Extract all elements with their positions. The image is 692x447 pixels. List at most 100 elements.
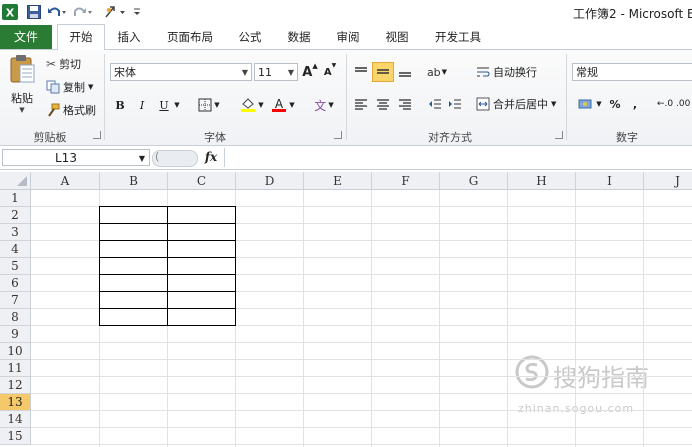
row-header-3[interactable]: 3 [0, 224, 31, 241]
bordered-cell[interactable] [99, 240, 168, 258]
column-header-h[interactable]: H [508, 172, 576, 190]
row-header-8[interactable]: 8 [0, 309, 31, 326]
column-header-a[interactable]: A [31, 172, 100, 190]
increase-indent-button[interactable] [446, 94, 464, 114]
bordered-cell[interactable] [167, 274, 236, 292]
merge-center-button[interactable]: 合并后居中 ▼ [476, 94, 556, 114]
column-header-j[interactable]: J [644, 172, 692, 190]
bordered-cell[interactable] [99, 291, 168, 309]
row-header-1[interactable]: 1 [0, 190, 31, 207]
column-header-d[interactable]: D [236, 172, 304, 190]
shrink-font-button[interactable]: A ▼ [322, 62, 338, 82]
align-top-button[interactable] [352, 62, 370, 82]
borders-button[interactable]: ▼ [196, 95, 222, 115]
tab-page-layout[interactable]: 页面布局 [160, 25, 220, 49]
copy-button[interactable]: 复制 ▼ [46, 78, 93, 96]
bordered-cell[interactable] [167, 257, 236, 275]
column-header-g[interactable]: G [440, 172, 508, 190]
column-header-e[interactable]: E [304, 172, 372, 190]
wrap-text-button[interactable]: 自动换行 [476, 62, 537, 82]
bordered-cell[interactable] [167, 291, 236, 309]
orientation-button[interactable]: ab ▼ [424, 62, 450, 82]
clipboard-launcher-icon[interactable] [93, 131, 101, 139]
tab-review[interactable]: 审阅 [329, 25, 367, 49]
customize-icon[interactable] [104, 4, 126, 20]
formula-bar-divider[interactable]: ( [152, 150, 198, 167]
save-icon[interactable] [26, 4, 42, 20]
title-bar: X 工作簿2 - Microsoft E [0, 0, 692, 24]
tab-insert[interactable]: 插入 [110, 25, 148, 49]
bordered-cell[interactable] [99, 206, 168, 224]
phonetic-button[interactable]: 文 ▼ [309, 95, 339, 115]
bordered-cell[interactable] [167, 308, 236, 326]
font-name-combo[interactable]: 宋体 ▼ [110, 63, 252, 81]
quick-access-dropdown-icon[interactable] [133, 4, 141, 20]
font-launcher-icon[interactable] [334, 131, 342, 139]
number-format-combo[interactable]: 常规 [572, 63, 692, 81]
row-header-5[interactable]: 5 [0, 258, 31, 275]
accounting-format-button[interactable]: ▼ [576, 94, 604, 114]
bordered-cell[interactable] [167, 240, 236, 258]
bordered-cell[interactable] [167, 223, 236, 241]
bordered-cell[interactable] [99, 308, 168, 326]
row-header-9[interactable]: 9 [0, 326, 31, 343]
row-header-13[interactable]: 13 [0, 394, 31, 411]
font-color-button[interactable]: A ▼ [270, 95, 296, 115]
tab-file[interactable]: 文件 [0, 25, 52, 49]
decrease-indent-button[interactable] [426, 94, 444, 114]
paste-button[interactable]: 粘贴 ▼ [6, 54, 38, 118]
column-header-i[interactable]: I [576, 172, 644, 190]
tab-home[interactable]: 开始 [57, 24, 105, 51]
alignment-launcher-icon[interactable] [555, 131, 563, 139]
row-header-10[interactable]: 10 [0, 343, 31, 360]
bordered-cell[interactable] [99, 274, 168, 292]
name-box[interactable]: L13 ▼ [2, 149, 150, 166]
percent-button[interactable]: % [608, 94, 622, 114]
comma-style-button[interactable]: , [630, 94, 640, 114]
format-painter-label: 格式刷 [63, 104, 96, 117]
format-painter-button[interactable]: 格式刷 [46, 101, 96, 119]
align-bottom-button[interactable] [396, 62, 414, 82]
bordered-cell[interactable] [99, 223, 168, 241]
tab-data[interactable]: 数据 [280, 25, 318, 49]
select-all-corner[interactable] [0, 172, 31, 190]
align-middle-button[interactable] [372, 62, 394, 82]
row-header-2[interactable]: 2 [0, 207, 31, 224]
undo-icon[interactable] [46, 4, 68, 20]
row-header-11[interactable]: 11 [0, 360, 31, 377]
svg-text:X: X [6, 7, 15, 20]
underline-dropdown-icon[interactable]: ▼ [173, 95, 181, 115]
fill-color-button[interactable]: ▼ [238, 95, 266, 115]
row-header-7[interactable]: 7 [0, 292, 31, 309]
tab-view[interactable]: 视图 [378, 25, 416, 49]
underline-button[interactable]: U [157, 95, 171, 115]
formula-input[interactable] [224, 148, 692, 167]
bordered-cell[interactable] [167, 206, 236, 224]
align-left-button[interactable] [352, 94, 370, 114]
insert-function-button[interactable]: fx [200, 150, 222, 166]
tab-developer[interactable]: 开发工具 [428, 25, 488, 49]
bold-button[interactable]: B [113, 95, 127, 115]
align-top-icon [355, 67, 367, 72]
tab-formulas[interactable]: 公式 [231, 25, 269, 49]
align-right-button[interactable] [396, 94, 414, 114]
excel-logo-icon[interactable]: X [2, 4, 18, 20]
italic-button[interactable]: I [135, 95, 149, 115]
worksheet-grid[interactable]: 搜狗指南 zhinan.sogou.com ABCDEFGHIJ12345678… [0, 172, 692, 447]
row-header-4[interactable]: 4 [0, 241, 31, 258]
grow-font-button[interactable]: A ▲ [302, 62, 318, 82]
row-header-14[interactable]: 14 [0, 411, 31, 428]
bordered-cell[interactable] [99, 257, 168, 275]
column-header-c[interactable]: C [168, 172, 236, 190]
paintbrush-icon [48, 103, 60, 117]
column-header-f[interactable]: F [372, 172, 440, 190]
align-center-button[interactable] [374, 94, 392, 114]
font-size-combo[interactable]: 11 ▼ [254, 63, 298, 81]
row-header-12[interactable]: 12 [0, 377, 31, 394]
column-header-b[interactable]: B [100, 172, 168, 190]
cut-button[interactable]: ✂ 剪切 [46, 55, 81, 73]
row-header-15[interactable]: 15 [0, 428, 31, 445]
row-header-6[interactable]: 6 [0, 275, 31, 292]
redo-icon[interactable] [72, 4, 94, 20]
increase-decimal-button[interactable]: ←.0 .00 [657, 94, 692, 114]
